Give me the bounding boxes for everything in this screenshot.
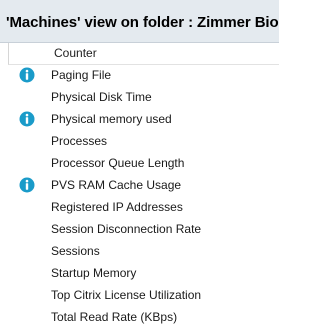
list-item[interactable]: Session Disconnection Rate xyxy=(0,219,279,241)
list-item[interactable]: Paging File xyxy=(0,65,279,87)
counter-label: Startup Memory xyxy=(51,266,137,280)
counter-label: Session Disconnection Rate xyxy=(51,222,202,236)
list-item[interactable]: Physical Disk Time xyxy=(0,87,279,109)
panel-title: 'Machines' view on folder : Zimmer Bio xyxy=(6,14,279,31)
counter-column-header[interactable]: Counter xyxy=(8,43,279,65)
counter-column-header-label: Counter xyxy=(54,46,97,60)
counter-label: Processor Queue Length xyxy=(51,156,185,170)
counter-label: Paging File xyxy=(51,68,112,82)
panel-title-bar: 'Machines' view on folder : Zimmer Bio xyxy=(0,0,279,43)
counter-label: Top Citrix License Utilization xyxy=(51,288,202,302)
list-item[interactable]: Processes xyxy=(0,131,279,153)
counter-label: Sessions xyxy=(51,244,100,258)
counter-label: Processes xyxy=(51,134,108,148)
counter-label: Total Read Rate (KBps) xyxy=(51,310,178,324)
list-item[interactable]: Startup Memory xyxy=(0,263,279,285)
list-item[interactable]: PVS RAM Cache Usage xyxy=(0,175,279,197)
counter-rows: Paging File Physical Disk Time Physical … xyxy=(0,65,279,329)
counter-label: Physical memory used xyxy=(51,112,172,126)
list-item[interactable]: Processor Queue Length xyxy=(0,153,279,175)
counter-label: PVS RAM Cache Usage xyxy=(51,178,182,192)
list-item[interactable]: Total Read Rate (KBps) xyxy=(0,307,279,329)
info-icon xyxy=(19,67,35,83)
counter-label: Registered IP Addresses xyxy=(51,200,183,214)
list-item[interactable]: Physical memory used xyxy=(0,109,279,131)
list-item[interactable]: Sessions xyxy=(0,241,279,263)
counter-list: Counter Paging File Physical Disk Time P… xyxy=(0,43,279,328)
info-icon xyxy=(19,111,35,127)
info-icon xyxy=(19,177,35,193)
list-item[interactable]: Top Citrix License Utilization xyxy=(0,285,279,307)
counter-label: Physical Disk Time xyxy=(51,90,152,104)
list-item[interactable]: Registered IP Addresses xyxy=(0,197,279,219)
